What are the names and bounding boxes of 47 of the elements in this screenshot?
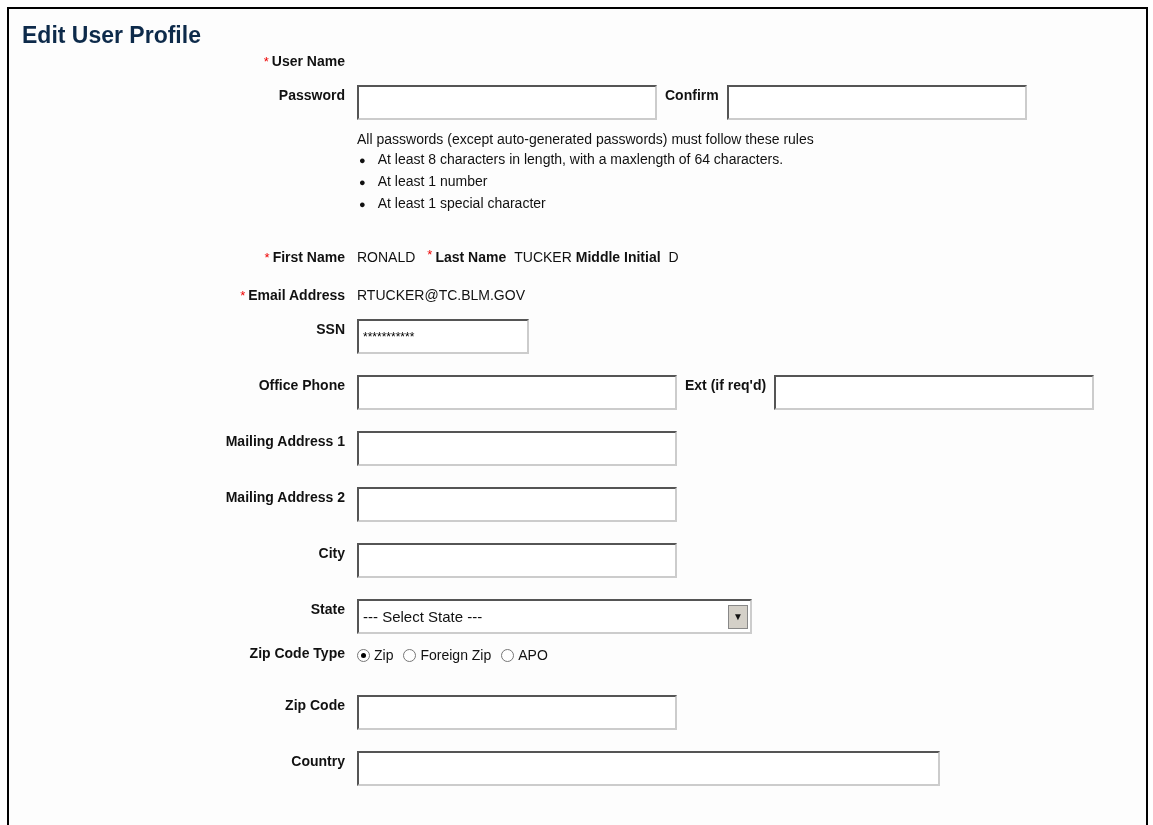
field-label: Mailing Address 1 bbox=[225, 433, 345, 449]
required-mark: * bbox=[427, 247, 433, 262]
field-value: RONALD bbox=[357, 248, 416, 267]
field-label: Country bbox=[291, 753, 345, 769]
radio-option[interactable]: Zip bbox=[357, 647, 394, 663]
bullet: ● bbox=[359, 153, 366, 168]
input-field[interactable] bbox=[357, 375, 677, 410]
field-label: Office Phone bbox=[258, 377, 345, 393]
required-mark: * bbox=[240, 288, 246, 303]
field-value: RTUCKER@TC.BLM.GOV bbox=[357, 286, 525, 305]
required-mark: * bbox=[263, 54, 269, 69]
state-dropdown[interactable]: --- Select State --- ▼ bbox=[357, 599, 752, 634]
field-value: TUCKER bbox=[514, 248, 572, 267]
rule-text: At least 8 characters in length, with a maxlength of 64 characters. bbox=[377, 150, 784, 169]
input-field[interactable] bbox=[357, 543, 677, 578]
field-label: User Name bbox=[271, 53, 345, 69]
input-field[interactable] bbox=[357, 751, 940, 786]
rule-text: At least 1 special character bbox=[377, 194, 546, 213]
required-mark: * bbox=[264, 250, 270, 265]
rule-text: At least 1 number bbox=[377, 172, 488, 191]
input-field[interactable] bbox=[774, 375, 1095, 410]
radio-option[interactable]: APO bbox=[501, 647, 548, 663]
input-field[interactable] bbox=[357, 85, 657, 120]
field-label: Ext (if req'd) bbox=[685, 376, 767, 393]
input-field[interactable] bbox=[357, 431, 677, 466]
field-label: Password bbox=[278, 87, 345, 103]
input-field[interactable]: *********** bbox=[357, 319, 529, 354]
field-value: D bbox=[668, 248, 679, 267]
bullet: ● bbox=[359, 197, 366, 212]
page-title: Edit User Profile bbox=[22, 21, 202, 49]
field-label: Zip Code bbox=[285, 697, 345, 713]
rules-text: All passwords (except auto-generated passwords) must follow these rules bbox=[357, 130, 814, 149]
field-label: Last Name bbox=[435, 248, 507, 265]
input-field[interactable] bbox=[357, 487, 677, 522]
field-label: Zip Code Type bbox=[249, 645, 345, 661]
field-label: City bbox=[318, 545, 345, 561]
bullet: ● bbox=[359, 175, 366, 190]
field-label: Confirm bbox=[665, 86, 719, 103]
field-label: State bbox=[310, 601, 345, 617]
input-field[interactable] bbox=[357, 695, 677, 730]
field-label: SSN bbox=[316, 321, 345, 337]
input-field[interactable] bbox=[726, 85, 1027, 120]
field-label: First Name bbox=[272, 249, 345, 265]
field-label: Middle Initial bbox=[575, 248, 661, 265]
radio-option[interactable]: Foreign Zip bbox=[403, 647, 492, 663]
field-label: Mailing Address 2 bbox=[225, 489, 345, 505]
field-label: Email Address bbox=[248, 287, 345, 303]
